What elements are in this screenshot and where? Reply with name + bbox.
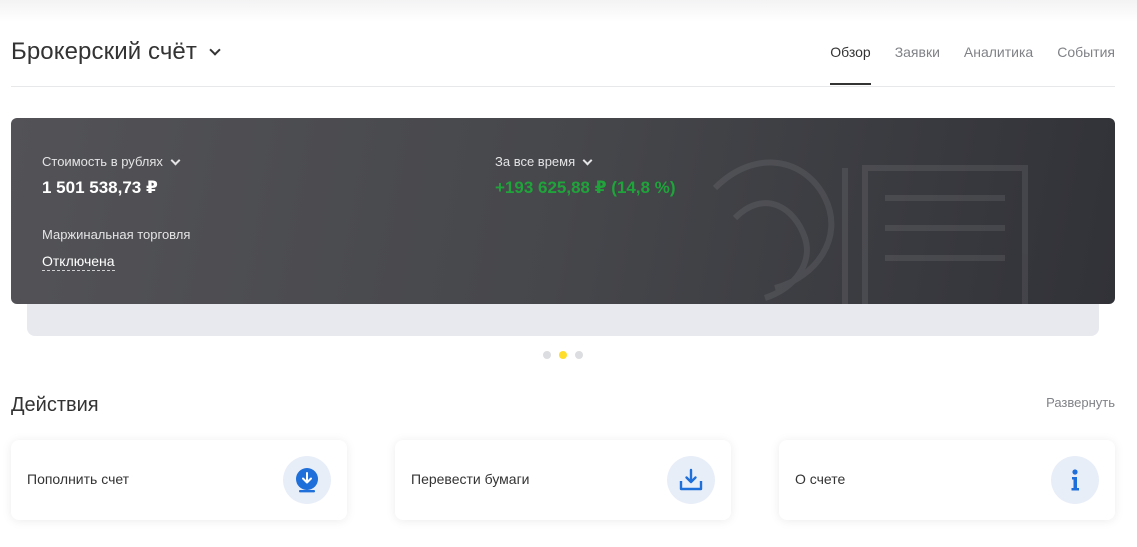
action-label: О счете: [795, 471, 846, 487]
tab-overview[interactable]: Обзор: [830, 44, 872, 85]
action-label: Пополнить счет: [27, 471, 130, 487]
tab-orders[interactable]: Заявки: [895, 44, 940, 85]
portfolio-profit: +193 625,88 ₽ (14,8 %): [495, 178, 676, 197]
carousel-dot[interactable]: [575, 351, 583, 359]
carousel-dot[interactable]: [543, 351, 551, 359]
tab-analytics[interactable]: Аналитика: [964, 44, 1033, 85]
chevron-down-icon: [209, 44, 221, 56]
transfer-securities-action-card[interactable]: Перевести бумаги: [395, 440, 731, 520]
period-label: За все время: [495, 154, 576, 169]
action-label: Перевести бумаги: [411, 471, 530, 487]
margin-trading-label: Маржинальная торговля: [42, 227, 191, 242]
portfolio-value: 1 501 538,73 ₽: [42, 178, 158, 197]
value-label: Стоимость в рублях: [42, 154, 163, 169]
chevron-down-icon: [170, 155, 181, 165]
account-info-action-card[interactable]: О счете: [779, 440, 1115, 520]
bank-emblem-watermark: [712, 159, 1028, 304]
page-title: Брокерский счёт: [11, 38, 197, 65]
value-currency-selector[interactable]: Стоимость в рублях: [42, 154, 181, 169]
carousel-pagination: [543, 351, 591, 359]
chevron-down-icon: [582, 155, 593, 165]
carousel-dot-active[interactable]: [559, 351, 567, 359]
deposit-icon: [283, 456, 331, 504]
transfer-securities-icon: [667, 456, 715, 504]
actions-heading: Действия: [11, 394, 99, 416]
deposit-action-card[interactable]: Пополнить счет: [11, 440, 347, 520]
info-icon: [1051, 456, 1099, 504]
expand-actions-link[interactable]: Развернуть: [1046, 395, 1115, 410]
account-selector[interactable]: Брокерский счёт: [11, 38, 221, 66]
tab-bar: Обзор Заявки Аналитика События: [806, 44, 1115, 85]
margin-trading-status-link[interactable]: Отключена: [42, 253, 115, 271]
page: Брокерский счёт Обзор Заявки Аналитика С…: [11, 0, 1115, 547]
period-selector[interactable]: За все время: [495, 154, 593, 169]
page-header: Брокерский счёт Обзор Заявки Аналитика С…: [11, 0, 1115, 87]
tab-events[interactable]: События: [1057, 44, 1115, 85]
portfolio-summary-card: Стоимость в рублях 1 501 538,73 ₽ За все…: [11, 118, 1115, 304]
